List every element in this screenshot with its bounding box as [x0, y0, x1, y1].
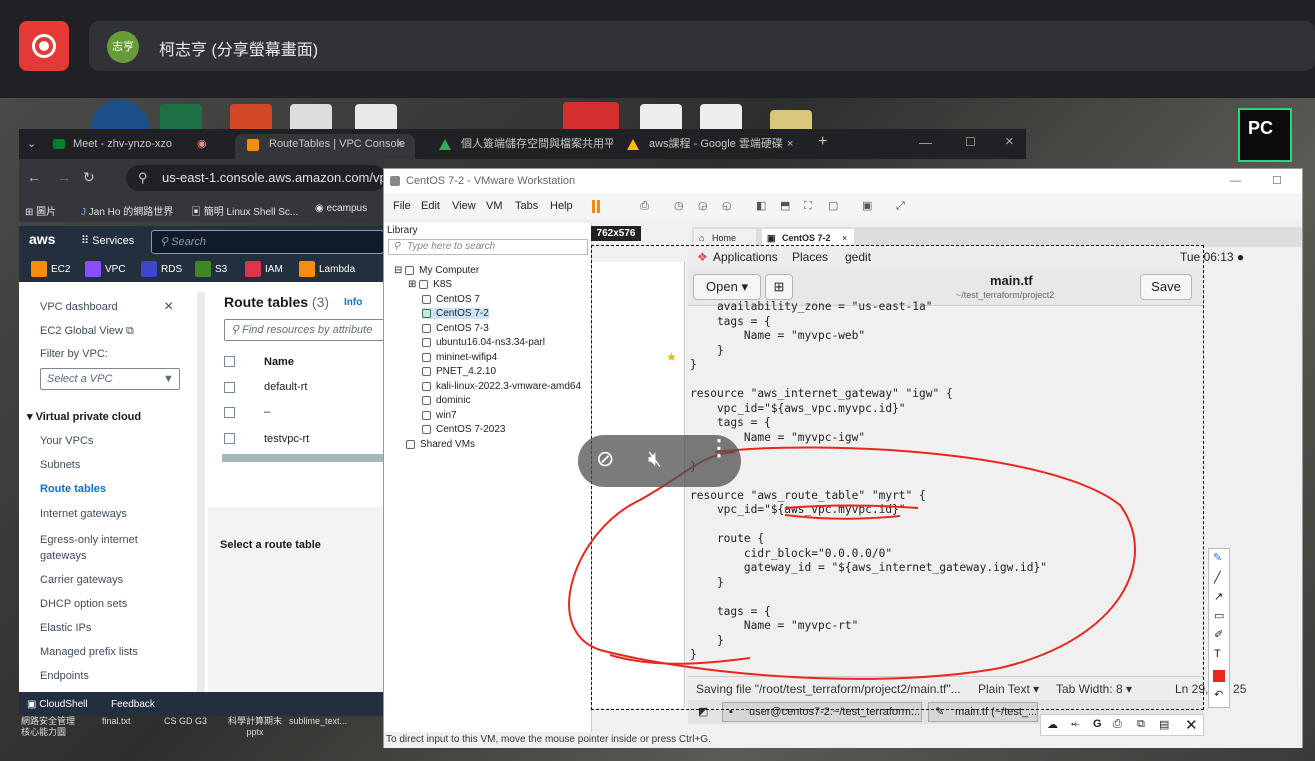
arrow-icon[interactable]: ↗ [1214, 590, 1223, 603]
pin-off-icon[interactable]: ⊘ [596, 446, 614, 472]
more-options-icon[interactable]: ⋮ [708, 437, 730, 459]
copy-icon[interactable]: ⧉ [1137, 718, 1145, 731]
share-icon[interactable]: ⤝ [1071, 718, 1080, 731]
meet-media-overlay: ⊘ 🔇︎ ⋮ [578, 435, 741, 487]
mute-off-icon[interactable]: 🔇︎ [648, 446, 662, 472]
underline-annotation [784, 504, 919, 509]
undo-icon[interactable]: ↶ [1214, 688, 1223, 701]
underline-annotation [784, 514, 901, 520]
save-icon[interactable]: ▤ [1159, 718, 1169, 731]
color-swatch[interactable] [1213, 670, 1225, 682]
annotation-layer [568, 446, 1136, 680]
marker-icon[interactable]: ✐ [1214, 628, 1223, 641]
capture-action-bar: ☁ ⤝ G ⎙ ⧉ ▤ ✕ [1040, 714, 1204, 736]
google-search-icon[interactable]: G [1093, 718, 1102, 730]
close-icon[interactable]: ✕ [1185, 716, 1198, 734]
text-icon[interactable]: T [1214, 648, 1221, 660]
print-icon[interactable]: ⎙ [1113, 718, 1122, 731]
annotation-toolbar: ✎ ╱ ↗ ▭ ✐ T ↶ [1208, 548, 1230, 708]
rectangle-icon[interactable]: ▭ [1214, 609, 1224, 622]
pen-icon[interactable]: ✎ [1213, 551, 1222, 564]
line-icon[interactable]: ╱ [1214, 571, 1221, 584]
upload-icon[interactable]: ☁ [1047, 718, 1058, 731]
